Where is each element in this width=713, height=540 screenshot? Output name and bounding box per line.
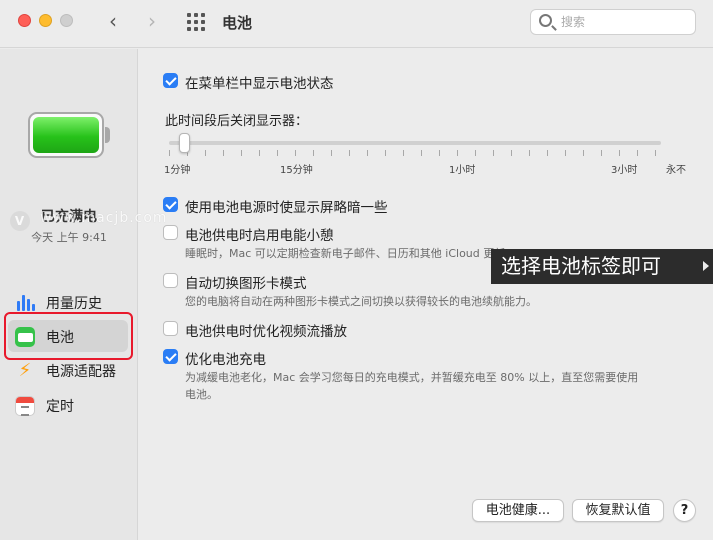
- auto-graphics-label: 自动切换图形卡模式: [185, 276, 307, 292]
- tick-label-3hours: 3小时: [611, 165, 638, 176]
- show-in-menubar-checkbox[interactable]: [163, 73, 178, 88]
- auto-graphics-description: 您的电脑将自动在两种图形卡模式之间切换以获得较长的电池续航能力。: [185, 295, 537, 308]
- search-input[interactable]: [561, 13, 681, 31]
- power-adapter-icon: ⚡: [18, 360, 32, 381]
- restore-defaults-button[interactable]: 恢复默认值: [572, 499, 664, 522]
- title-bar: ‹ › 电池: [0, 0, 713, 48]
- tick-label-1hour: 1小时: [449, 165, 476, 176]
- close-window-button[interactable]: [18, 14, 31, 27]
- optimized-charging-description-line2: 电池。: [185, 388, 218, 401]
- power-nap-checkbox[interactable]: [163, 225, 178, 240]
- optimized-charging-description-line1: 为减缓电池老化，Mac 会学习您每日的充电模式，并暂缓充电至 80% 以上，直至…: [185, 371, 639, 384]
- power-nap-label: 电池供电时启用电能小憩: [185, 228, 334, 244]
- auto-graphics-checkbox[interactable]: [163, 273, 178, 288]
- slider-ticks: [169, 150, 661, 156]
- back-chevron-icon[interactable]: ‹: [103, 9, 123, 33]
- tick-label-15min: 15分钟: [280, 165, 313, 176]
- show-in-menubar-label: 在菜单栏中显示电池状态: [185, 76, 334, 92]
- display-off-slider-track[interactable]: [169, 141, 661, 145]
- battery-health-button[interactable]: 电池健康...: [472, 499, 564, 522]
- zoom-window-button[interactable]: [60, 14, 73, 27]
- schedule-icon: [15, 396, 35, 416]
- usage-history-icon: [15, 293, 35, 313]
- sidebar-item-schedule[interactable]: 定时: [8, 389, 128, 421]
- display-off-label: 此时间段后关闭显示器：: [165, 114, 309, 129]
- search-icon: [539, 14, 552, 27]
- optimized-charging-checkbox[interactable]: [163, 349, 178, 364]
- search-field[interactable]: [530, 9, 696, 35]
- dim-on-battery-checkbox[interactable]: [163, 197, 178, 212]
- watermark-logo-icon: [10, 211, 30, 231]
- annotation-highlight-box: [4, 312, 133, 360]
- video-streaming-label: 电池供电时优化视频流播放: [185, 324, 347, 340]
- display-off-slider-thumb[interactable]: [179, 133, 190, 153]
- help-button[interactable]: ?: [673, 499, 696, 522]
- optimized-charging-label: 优化电池充电: [185, 352, 266, 368]
- sidebar-item-label: 用量历史: [46, 296, 102, 312]
- annotation-callout: 选择电池标签即可: [491, 249, 713, 284]
- battery-level-icon: [28, 112, 110, 158]
- annotation-callout-text: 选择电池标签即可: [501, 254, 661, 278]
- battery-settings-pane: 在菜单栏中显示电池状态 此时间段后关闭显示器： 1分钟 15分钟 1小时 3小时…: [139, 49, 713, 540]
- forward-chevron-icon[interactable]: ›: [142, 9, 162, 33]
- window-title: 电池: [222, 14, 253, 32]
- dim-on-battery-label: 使用电池电源时使显示屏略暗一些: [185, 200, 388, 216]
- minimize-window-button[interactable]: [39, 14, 52, 27]
- sidebar: 已充满电 今天 上午 9:41 用量历史 电池 ⚡ 电源适配器 定时: [0, 49, 138, 540]
- tick-label-1min: 1分钟: [164, 165, 191, 176]
- power-nap-description: 睡眠时，Mac 可以定期检查新电子邮件、日历和其他 iCloud 更新: [185, 247, 506, 260]
- tick-label-never: 永不: [666, 165, 686, 176]
- sidebar-item-label: 电源适配器: [46, 364, 116, 380]
- sidebar-item-label: 定时: [46, 399, 74, 415]
- video-streaming-checkbox[interactable]: [163, 321, 178, 336]
- show-all-grid-icon[interactable]: [187, 13, 205, 31]
